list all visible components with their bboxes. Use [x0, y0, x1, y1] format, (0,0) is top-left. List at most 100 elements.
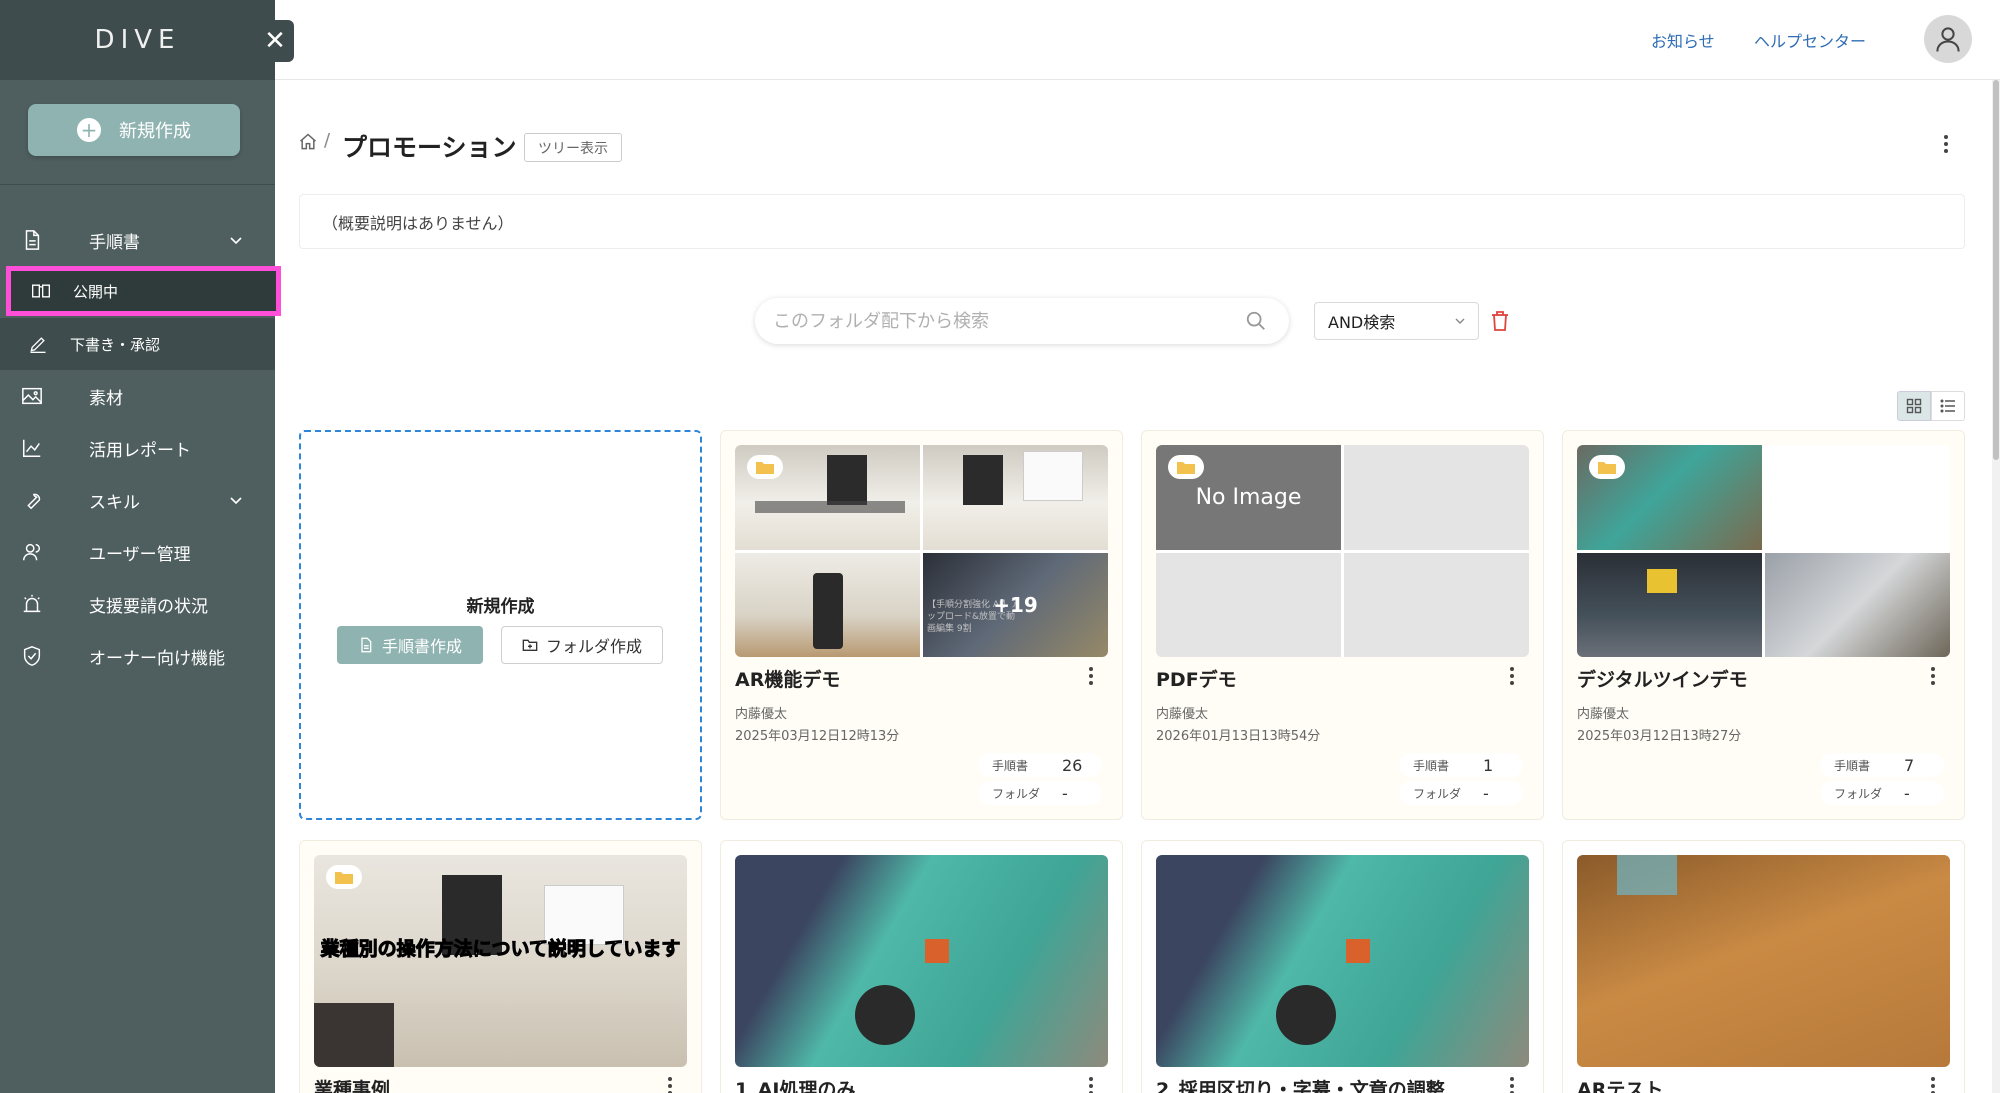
more-vertical-icon[interactable] — [1085, 665, 1097, 687]
pencil-icon — [30, 337, 46, 353]
card-title: 業種事例 — [314, 1079, 391, 1093]
create-folder-label: フォルダ作成 — [545, 637, 642, 656]
folder-count: フォルダ - — [1820, 781, 1944, 805]
stat-label: フォルダ — [1413, 786, 1462, 801]
chevron-down-icon — [230, 237, 242, 245]
procedure-card[interactable]: 1_AI処理のみ — [720, 840, 1123, 1093]
device-shape — [827, 455, 867, 505]
sidebar-item-skills[interactable]: スキル — [0, 474, 275, 526]
more-vertical-icon[interactable] — [1085, 1075, 1097, 1093]
card-thumbnail: 業種別の操作方法について説明しています — [314, 855, 687, 1067]
search-bar — [755, 298, 1289, 344]
search-icon[interactable] — [1245, 310, 1267, 332]
folder-card[interactable]: 業種別の操作方法について説明しています 業種事例 — [299, 840, 702, 1093]
more-vertical-icon[interactable] — [1927, 665, 1939, 687]
card-title: ARテスト — [1577, 1079, 1664, 1093]
chevron-down-icon — [230, 497, 242, 505]
procedure-card[interactable]: ARテスト — [1562, 840, 1965, 1093]
sidebar-item-users[interactable]: ユーザー管理 — [0, 526, 275, 578]
card-thumbnail: No Image — [1156, 445, 1529, 657]
thumbnail-photo: 【手順分割強化 AI】アップロード&放置で動画編集 9割 +19 — [923, 552, 1108, 657]
scrollbar-thumb[interactable] — [1993, 80, 1999, 460]
empty-tile — [1765, 445, 1950, 550]
trash-icon[interactable] — [1490, 310, 1510, 332]
card-date: 2025年03月12日13時27分 — [1577, 729, 1742, 744]
more-vertical-icon[interactable] — [1927, 1075, 1939, 1093]
card-thumbnail — [1577, 855, 1950, 1067]
folder-card[interactable]: No Image PDFデモ 内藤優太 2026年01月13日13時54分 手順… — [1141, 430, 1544, 820]
sidebar-item-owner[interactable]: オーナー向け機能 — [0, 630, 275, 682]
procedure-count: 手順書 1 — [1399, 753, 1523, 777]
tree-view-button[interactable]: ツリー表示 — [524, 133, 622, 162]
more-vertical-icon[interactable] — [1938, 132, 1954, 156]
list-view-button[interactable] — [1931, 391, 1965, 421]
new-create-button[interactable]: + 新規作成 — [28, 104, 240, 156]
wrench-icon — [20, 488, 44, 512]
sidebar-item-label: 活用レポート — [89, 440, 191, 461]
create-folder-button[interactable]: フォルダ作成 — [501, 626, 663, 664]
folder-card[interactable]: 【手順分割強化 AI】アップロード&放置で動画編集 9割 +19 AR機能デモ … — [720, 430, 1123, 820]
card-author: 内藤優太 — [1577, 707, 1630, 722]
more-vertical-icon[interactable] — [1506, 665, 1518, 687]
card-author: 内藤優太 — [735, 707, 788, 722]
card-title: デジタルツインデモ — [1577, 669, 1748, 691]
machine-shape — [925, 939, 949, 963]
sidebar-item-label: 下書き・承認 — [70, 335, 161, 354]
avatar[interactable] — [1924, 15, 1972, 63]
sidebar-item-published[interactable]: 公開中 — [6, 266, 281, 316]
object-shape — [314, 1003, 394, 1067]
thumbnail-photo — [1577, 552, 1762, 657]
card-thumbnail — [1156, 855, 1529, 1067]
procedure-card[interactable]: 2_採用区切り・字幕・文章の調整 — [1141, 840, 1544, 1093]
new-create-card: 新規作成 手順書作成 フォルダ作成 — [299, 430, 702, 820]
card-title: 1_AI処理のみ — [735, 1079, 856, 1093]
sidebar-item-reports[interactable]: 活用レポート — [0, 422, 275, 474]
thumbnail-photo — [735, 552, 920, 657]
stand-shape — [813, 572, 843, 649]
folder-card[interactable]: デジタルツインデモ 内藤優太 2025年03月12日13時27分 手順書 7 フ… — [1562, 430, 1965, 820]
new-create-title: 新規作成 — [466, 597, 535, 617]
chevron-down-icon — [1455, 318, 1465, 324]
news-link[interactable]: お知らせ — [1651, 28, 1715, 52]
sidebar-item-label: 素材 — [89, 388, 123, 409]
close-sidebar-button[interactable]: ✕ — [256, 20, 294, 62]
procedure-count: 手順書 7 — [1820, 753, 1944, 777]
grid-view-button[interactable] — [1897, 391, 1931, 421]
search-input[interactable] — [773, 298, 1213, 344]
image-icon — [20, 384, 44, 408]
plus-icon: + — [77, 118, 101, 142]
scrollbar[interactable] — [1992, 80, 2000, 1093]
breadcrumb-separator: / — [324, 130, 331, 151]
folder-count: フォルダ - — [1399, 781, 1523, 805]
card-author: 内藤優太 — [1156, 707, 1209, 722]
search-mode-select[interactable]: AND検索 — [1314, 302, 1479, 340]
empty-tile — [1344, 445, 1529, 550]
card-title: AR機能デモ — [735, 669, 841, 691]
more-vertical-icon[interactable] — [664, 1075, 676, 1093]
cable-shape — [755, 501, 905, 513]
folder-icon — [1589, 455, 1625, 479]
sidebar-item-materials[interactable]: 素材 — [0, 370, 275, 422]
stat-value: - — [1062, 783, 1068, 803]
machine-shape — [1276, 985, 1336, 1045]
book-open-icon — [32, 284, 50, 298]
stat-value: 1 — [1483, 755, 1494, 775]
users-icon — [20, 540, 44, 564]
card-thumbnail — [735, 855, 1108, 1067]
new-create-label: 新規作成 — [119, 121, 191, 142]
create-procedure-button[interactable]: 手順書作成 — [337, 626, 483, 664]
sidebar-item-support[interactable]: 支援要請の状況 — [0, 578, 275, 630]
card-thumbnail: 【手順分割強化 AI】アップロード&放置で動画編集 9割 +19 — [735, 445, 1108, 657]
close-icon: ✕ — [264, 26, 286, 56]
stat-label: フォルダ — [1834, 786, 1883, 801]
sidebar-item-procedures[interactable]: 手順書 — [0, 214, 275, 266]
sidebar-item-label: スキル — [89, 492, 140, 513]
help-center-link[interactable]: ヘルプセンター — [1754, 28, 1866, 52]
more-vertical-icon[interactable] — [1506, 1075, 1518, 1093]
machine-shape — [1346, 939, 1370, 963]
stat-value: - — [1904, 783, 1910, 803]
sidebar-item-drafts[interactable]: 下書き・承認 — [0, 318, 275, 370]
sidebar-item-label: 手順書 — [89, 232, 140, 253]
home-icon[interactable] — [298, 132, 318, 152]
folder-icon — [747, 455, 783, 479]
